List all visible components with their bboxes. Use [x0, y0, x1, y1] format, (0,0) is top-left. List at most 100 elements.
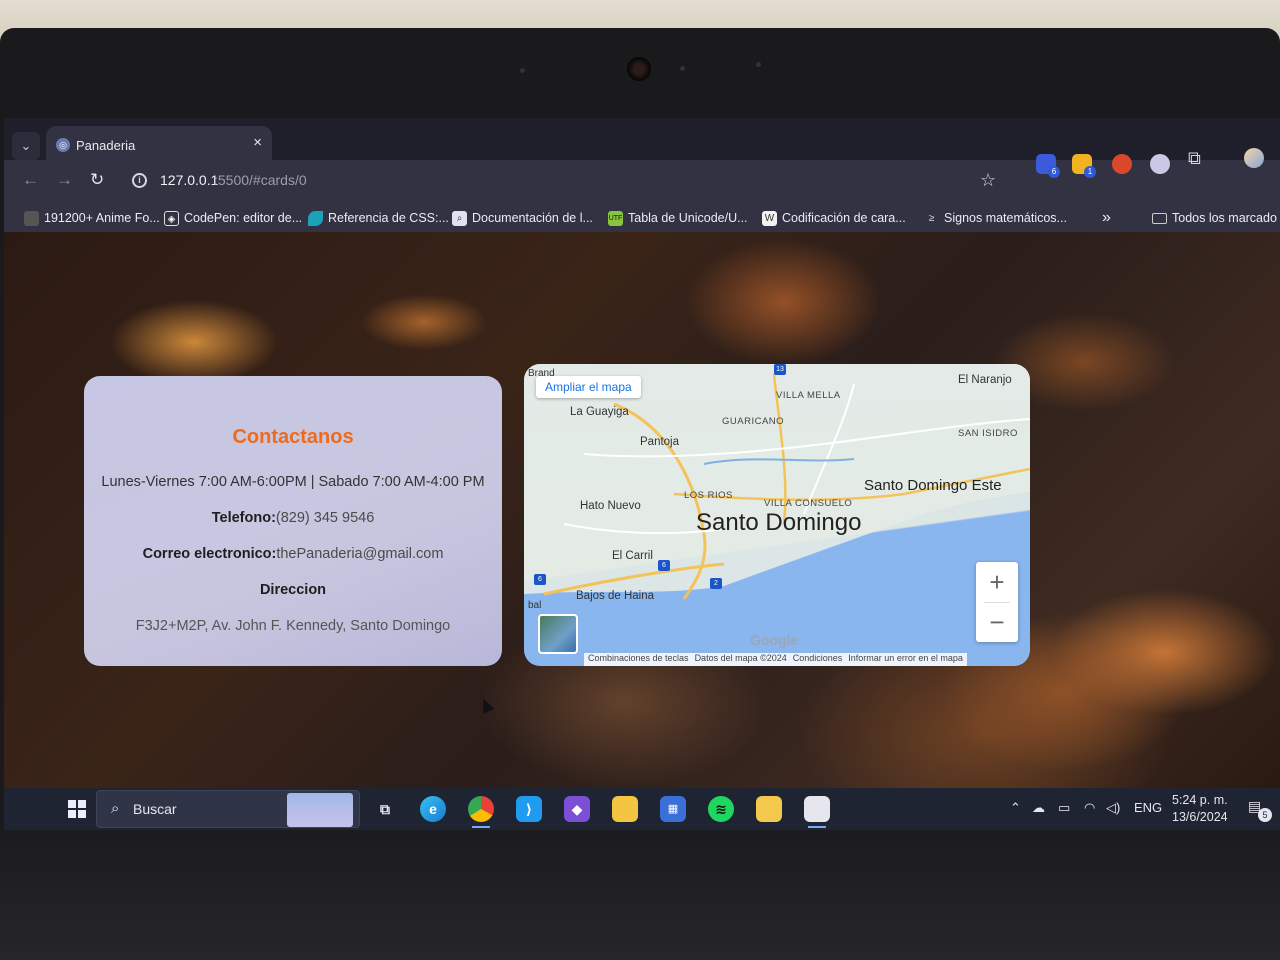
profile-avatar[interactable]: [1244, 148, 1264, 168]
road-shield: 13: [774, 364, 786, 375]
road-shield: 6: [658, 560, 670, 571]
contact-phone: Telefono:(829) 345 9546: [84, 510, 502, 526]
map-zoom-control: + −: [976, 562, 1018, 642]
volume-icon[interactable]: ◁): [1106, 800, 1120, 816]
extension-icon-3[interactable]: [1112, 154, 1132, 174]
bookmark-anime[interactable]: 191200+ Anime Fo...: [24, 208, 160, 228]
url-host: 127.0.0.1: [160, 172, 219, 188]
mdn-icon: [308, 210, 323, 226]
windows-taskbar: ⌕ Buscar ⧉ e ⟩ ◆ ▦ ≋ ⌃ ☁ ▭ ◠ ◁) ENG 5:24…: [4, 788, 1280, 830]
chrome-icon[interactable]: [468, 796, 494, 822]
contact-email: Correo electronico:thePanaderia@gmail.co…: [84, 546, 502, 562]
road-shield: 2: [710, 578, 722, 589]
show-hidden-icons-chevron-icon[interactable]: ⌃: [1010, 800, 1021, 816]
battery-icon[interactable]: ▭: [1058, 800, 1070, 816]
map-label-el-naranjo: El Naranjo: [958, 374, 1012, 386]
vscode-icon[interactable]: ⟩: [516, 796, 542, 822]
spotify-icon[interactable]: ≋: [708, 796, 734, 822]
wifi-icon[interactable]: ◠: [1084, 800, 1095, 816]
extensions-puzzle-icon[interactable]: ⧉: [1188, 148, 1201, 169]
extension-icon-4[interactable]: [1150, 154, 1170, 174]
camera-led-dot: [680, 66, 685, 71]
visual-studio-icon[interactable]: ◆: [564, 796, 590, 822]
satellite-toggle-thumbnail[interactable]: [538, 614, 578, 654]
language-indicator[interactable]: ENG: [1134, 800, 1162, 815]
bookmark-star-icon[interactable]: ☆: [980, 170, 996, 191]
tab-title: Panaderia: [76, 138, 136, 153]
taskbar-search-box[interactable]: ⌕ Buscar: [96, 790, 360, 828]
contact-hours: Lunes-Viernes 7:00 AM-6:00PM | Sabado 7:…: [101, 474, 485, 490]
map-data-attribution: Datos del mapa ©2024: [694, 653, 787, 663]
extension-icon-2[interactable]: 1: [1072, 154, 1096, 178]
map-label-brand: Brand: [528, 368, 555, 379]
system-clock[interactable]: 5:24 p. m. 13/6/2024: [1172, 792, 1228, 826]
notepad-icon[interactable]: [804, 796, 830, 822]
more-bookmarks-chevron-icon[interactable]: »: [1102, 208, 1111, 228]
google-logo: Google: [750, 632, 799, 648]
all-bookmarks-label: Todos los marcado: [1172, 211, 1277, 225]
url-path: :5500/#cards/0: [214, 172, 307, 188]
tab-search-chevron-icon[interactable]: ⌄: [12, 132, 40, 160]
back-arrow-icon[interactable]: ←: [22, 170, 39, 190]
map-label-los-rios: LOS RIOS: [684, 490, 733, 501]
zoom-out-button[interactable]: −: [976, 602, 1018, 642]
bookmark-documentacion[interactable]: ⌕ Documentación de l...: [452, 208, 593, 228]
bookmark-label: Tabla de Unicode/U...: [628, 211, 748, 225]
map-label-san-isidro: SAN ISIDRO: [958, 428, 1018, 439]
bookmark-label: Documentación de l...: [472, 211, 593, 225]
page-viewport: Contactanos Lunes-Viernes 7:00 AM-6:00PM…: [4, 232, 1280, 788]
chrome-active-indicator: [472, 826, 490, 828]
map-label-villa-mella: VILLA MELLA: [776, 390, 841, 401]
bookmark-unicode[interactable]: UTF Tabla de Unicode/U...: [608, 208, 748, 228]
contact-title: Contactanos: [232, 426, 354, 448]
map-label-guaricano: GUARICANO: [722, 416, 785, 427]
bookmark-label: 191200+ Anime Fo...: [44, 211, 160, 225]
zoom-in-button[interactable]: +: [976, 562, 1018, 602]
bookmark-codepen[interactable]: ◈ CodePen: editor de...: [164, 208, 302, 228]
reload-icon[interactable]: ↻: [90, 170, 104, 190]
google-map-embed[interactable]: Ampliar el mapa Brand El Naranjo VILLA M…: [524, 364, 1030, 666]
forward-arrow-icon[interactable]: →: [56, 170, 73, 190]
onedrive-cloud-icon[interactable]: ☁: [1032, 800, 1045, 816]
snipping-tool-icon[interactable]: [756, 796, 782, 822]
map-label-santo-domingo-este: Santo Domingo Este: [864, 477, 1002, 494]
clock-date: 13/6/2024: [1172, 810, 1228, 824]
bookmark-label: CodePen: editor de...: [184, 211, 303, 225]
map-label-bal: bal: [528, 600, 542, 611]
bookmark-css-reference[interactable]: Referencia de CSS:...: [308, 208, 449, 228]
task-view-icon[interactable]: ⧉: [372, 796, 398, 822]
file-explorer-icon[interactable]: [612, 796, 638, 822]
enlarge-map-link[interactable]: Ampliar el mapa: [536, 376, 641, 398]
address-bar[interactable]: i 127.0.0.1 :5500/#cards/0: [122, 165, 972, 197]
zoom-divider: [984, 602, 1010, 603]
windows-start-icon[interactable]: [68, 800, 86, 818]
phone-label: Telefono:: [211, 510, 276, 526]
w-icon: W: [762, 210, 777, 226]
extension-icon-1[interactable]: 6: [1036, 154, 1060, 178]
map-label-la-guayiga: La Guayiga: [570, 406, 629, 418]
bookmark-label: Referencia de CSS:...: [328, 211, 449, 225]
notification-center-icon[interactable]: ▤ 5: [1248, 798, 1272, 822]
map-label-pantoja: Pantoja: [640, 436, 680, 448]
extension-badge: 1: [1084, 166, 1096, 178]
site-info-icon[interactable]: i: [132, 173, 147, 188]
laptop-screen: ⌄ ◎ Panaderia × ← → ↻ i 127.0.0.1 :5500/…: [4, 118, 1280, 830]
camera-mic-dot: [756, 62, 761, 67]
terms-link[interactable]: Condiciones: [793, 653, 843, 666]
bookmark-codificacion[interactable]: W Codificación de cara...: [762, 208, 906, 228]
microsoft-store-icon[interactable]: ▦: [660, 796, 686, 822]
map-label-bajos-de-haina: Bajos de Haina: [576, 590, 654, 602]
webcam: [627, 57, 651, 81]
all-bookmarks[interactable]: Todos los marcado: [1152, 208, 1277, 228]
keyboard-shortcuts-link[interactable]: Combinaciones de teclas: [588, 653, 689, 666]
map-label-el-carril: El Carril: [612, 550, 653, 562]
bookmark-signos[interactable]: ≥ Signos matemáticos...: [924, 208, 1067, 228]
road-shield: 6: [534, 574, 546, 585]
notification-count-badge: 5: [1258, 808, 1272, 822]
tab-panaderia[interactable]: ◎ Panaderia ×: [46, 126, 272, 162]
email-value: thePanaderia@gmail.com: [276, 546, 444, 562]
report-error-link[interactable]: Informar un error en el mapa: [848, 653, 963, 666]
close-tab-icon[interactable]: ×: [253, 134, 262, 151]
search-doc-icon: ⌕: [452, 210, 467, 226]
edge-icon[interactable]: e: [420, 796, 446, 822]
